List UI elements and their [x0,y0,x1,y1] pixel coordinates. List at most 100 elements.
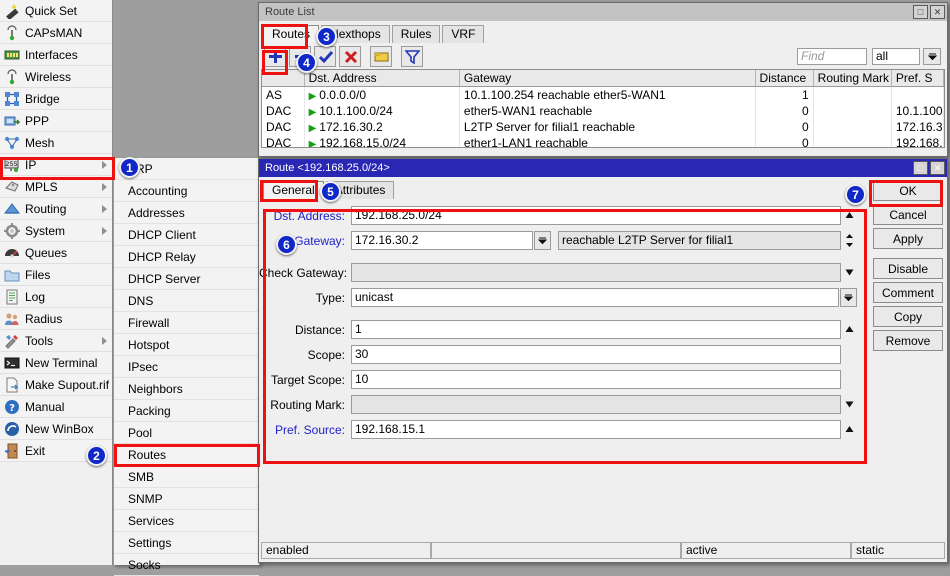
table-row[interactable]: DAC ▶ 172.16.30.2 L2TP Server for filial1 r… [262,119,944,135]
chevron-down-icon[interactable] [534,231,551,250]
sidebar-item-routing[interactable]: Routing [0,198,112,220]
ip-submenu-item-dns[interactable]: DNS [114,290,259,312]
gauge-icon [4,245,20,261]
sidebar-item-mpls[interactable]: MPLS [0,176,112,198]
close-icon[interactable]: ✕ [930,161,945,175]
routes-table-body[interactable]: AS ▶ 0.0.0.0/0 10.1.100.254 reachable ether… [262,86,944,147]
ip-submenu-item-settings[interactable]: Settings [114,532,259,554]
ok-button[interactable]: OK [873,180,943,201]
close-icon[interactable]: ✕ [930,5,945,19]
sidebar-item-files[interactable]: Files [0,264,112,286]
sidebar-item-interfaces[interactable]: Interfaces [0,44,112,66]
sidebar-item-quick-set[interactable]: Quick Set [0,0,112,22]
up-arrow-icon[interactable] [842,206,857,225]
search-input[interactable]: Find [797,47,867,65]
comment-button[interactable]: Comment [873,282,943,303]
input-dst-address[interactable]: 192.168.25.0/24 [351,206,841,225]
ip-submenu-item-routes[interactable]: Routes [114,444,259,466]
ip-submenu-item-snmp[interactable]: SNMP [114,488,259,510]
enable-button[interactable] [314,45,336,67]
column-header-pref-s[interactable]: Pref. S [891,70,944,87]
route-dialog-titlebar[interactable]: Route <192.168.25.0/24> □ ✕ [259,159,947,177]
table-row[interactable]: DAC ▶ 10.1.100.0/24 ether5-WAN1 reachable 0 1… [262,103,944,119]
ip-submenu-item-services[interactable]: Services [114,510,259,532]
label-pref-source: Pref. Source: [274,422,345,437]
ip-submenu-item-dhcp-client[interactable]: DHCP Client [114,224,259,246]
search-scope-select[interactable]: all [872,47,920,65]
ip-submenu-item-firewall[interactable]: Firewall [114,312,259,334]
sidebar-item-label: Log [25,289,46,304]
ip-submenu-item-packing[interactable]: Packing [114,400,259,422]
sidebar-item-ppp[interactable]: PPP [0,110,112,132]
ip-submenu-item-pool[interactable]: Pool [114,422,259,444]
ip-submenu-item-dhcp-server[interactable]: DHCP Server [114,268,259,290]
column-header-flags[interactable] [262,70,305,87]
sidebar-item-ip[interactable]: 255 IP [0,154,112,176]
apply-button[interactable]: Apply [873,228,943,249]
sidebar-item-system[interactable]: System [0,220,112,242]
sidebar-item-queues[interactable]: Queues [0,242,112,264]
ip-submenu-item-accounting[interactable]: Accounting [114,180,259,202]
tab-vrf[interactable]: VRF [442,25,485,43]
cancel-button[interactable]: Cancel [873,204,943,225]
ip-submenu-item-ipsec[interactable]: IPsec [114,356,259,378]
column-header-gateway[interactable]: Gateway [459,70,756,87]
sidebar-item-wireless[interactable]: Wireless [0,66,112,88]
ip-submenu-item-socks[interactable]: Socks [114,554,259,576]
column-header-dst-address[interactable]: Dst. Address [304,70,460,87]
sidebar-item-mesh[interactable]: Mesh [0,132,112,154]
maximize-icon[interactable]: □ [913,161,928,175]
up-arrow-icon[interactable] [842,420,857,439]
input-pref-source[interactable]: 192.168.15.1 [351,420,841,439]
chevron-down-icon[interactable] [840,288,857,307]
ppp-icon [4,113,21,129]
input-scope[interactable]: 30 [351,345,841,364]
maximize-icon[interactable]: □ [913,5,928,19]
filter-button[interactable] [401,45,423,67]
sidebar-item-tools[interactable]: Tools [0,330,112,352]
sidebar-item-bridge[interactable]: Bridge [0,88,112,110]
label-dst-address: Dst. Address: [273,208,345,223]
tab-routes[interactable]: Routes [263,25,320,43]
column-header-routing-mark[interactable]: Routing Mark [813,70,892,87]
routes-table-header[interactable]: Dst. Address Gateway Distance Routing Mark P… [262,70,944,87]
add-button[interactable] [264,45,286,67]
routes-table-container[interactable]: Dst. Address Gateway Distance Routing Mark P… [261,69,945,148]
disable-button[interactable]: Disable [873,258,943,279]
chevron-down-icon[interactable] [842,395,857,414]
copy-button[interactable]: Copy [873,306,943,327]
tab-general[interactable]: General [263,181,324,199]
input-gateway[interactable]: 172.16.30.2 [351,231,533,250]
up-arrow-icon[interactable] [842,320,857,339]
chevron-down-icon[interactable] [923,47,941,65]
comment-button[interactable] [370,45,392,67]
input-routing-mark[interactable] [351,395,841,414]
sidebar-item-log[interactable]: Log [0,286,112,308]
sidebar-item-new-terminal[interactable]: New Terminal [0,352,112,374]
wand-icon [4,3,20,20]
input-check-gateway[interactable] [351,263,841,282]
route-list-titlebar[interactable]: Route List □ ✕ [259,3,947,21]
ip-submenu-item-neighbors[interactable]: Neighbors [114,378,259,400]
column-header-distance[interactable]: Distance [755,70,814,87]
sidebar-item-make-supout-rif[interactable]: Make Supout.rif [0,374,112,396]
sidebar-item-label: New Terminal [25,355,98,370]
table-row[interactable]: AS ▶ 0.0.0.0/0 10.1.100.254 reachable ether… [262,86,944,103]
remove-button[interactable]: Remove [873,330,943,351]
chevron-down-icon[interactable] [842,263,857,282]
ip-submenu-item-addresses[interactable]: Addresses [114,202,259,224]
input-target-scope[interactable]: 10 [351,370,841,389]
input-distance[interactable]: 1 [351,320,841,339]
ip-submenu-item-smb[interactable]: SMB [114,466,259,488]
ip-submenu-item-hotspot[interactable]: Hotspot [114,334,259,356]
sidebar-item-capsman[interactable]: CAPsMAN [0,22,112,44]
sidebar-item-new-winbox[interactable]: New WinBox [0,418,112,440]
sidebar-item-radius[interactable]: Radius [0,308,112,330]
disable-button[interactable] [339,45,361,67]
updown-arrows-icon[interactable] [842,231,857,250]
sidebar-item-manual[interactable]: ? Manual [0,396,112,418]
input-type[interactable]: unicast [351,288,839,307]
tab-rules[interactable]: Rules [391,25,441,43]
table-row[interactable]: DAC ▶ 192.168.15.0/24 ether1-LAN1 reachable… [262,135,944,147]
ip-submenu-item-dhcp-relay[interactable]: DHCP Relay [114,246,259,268]
